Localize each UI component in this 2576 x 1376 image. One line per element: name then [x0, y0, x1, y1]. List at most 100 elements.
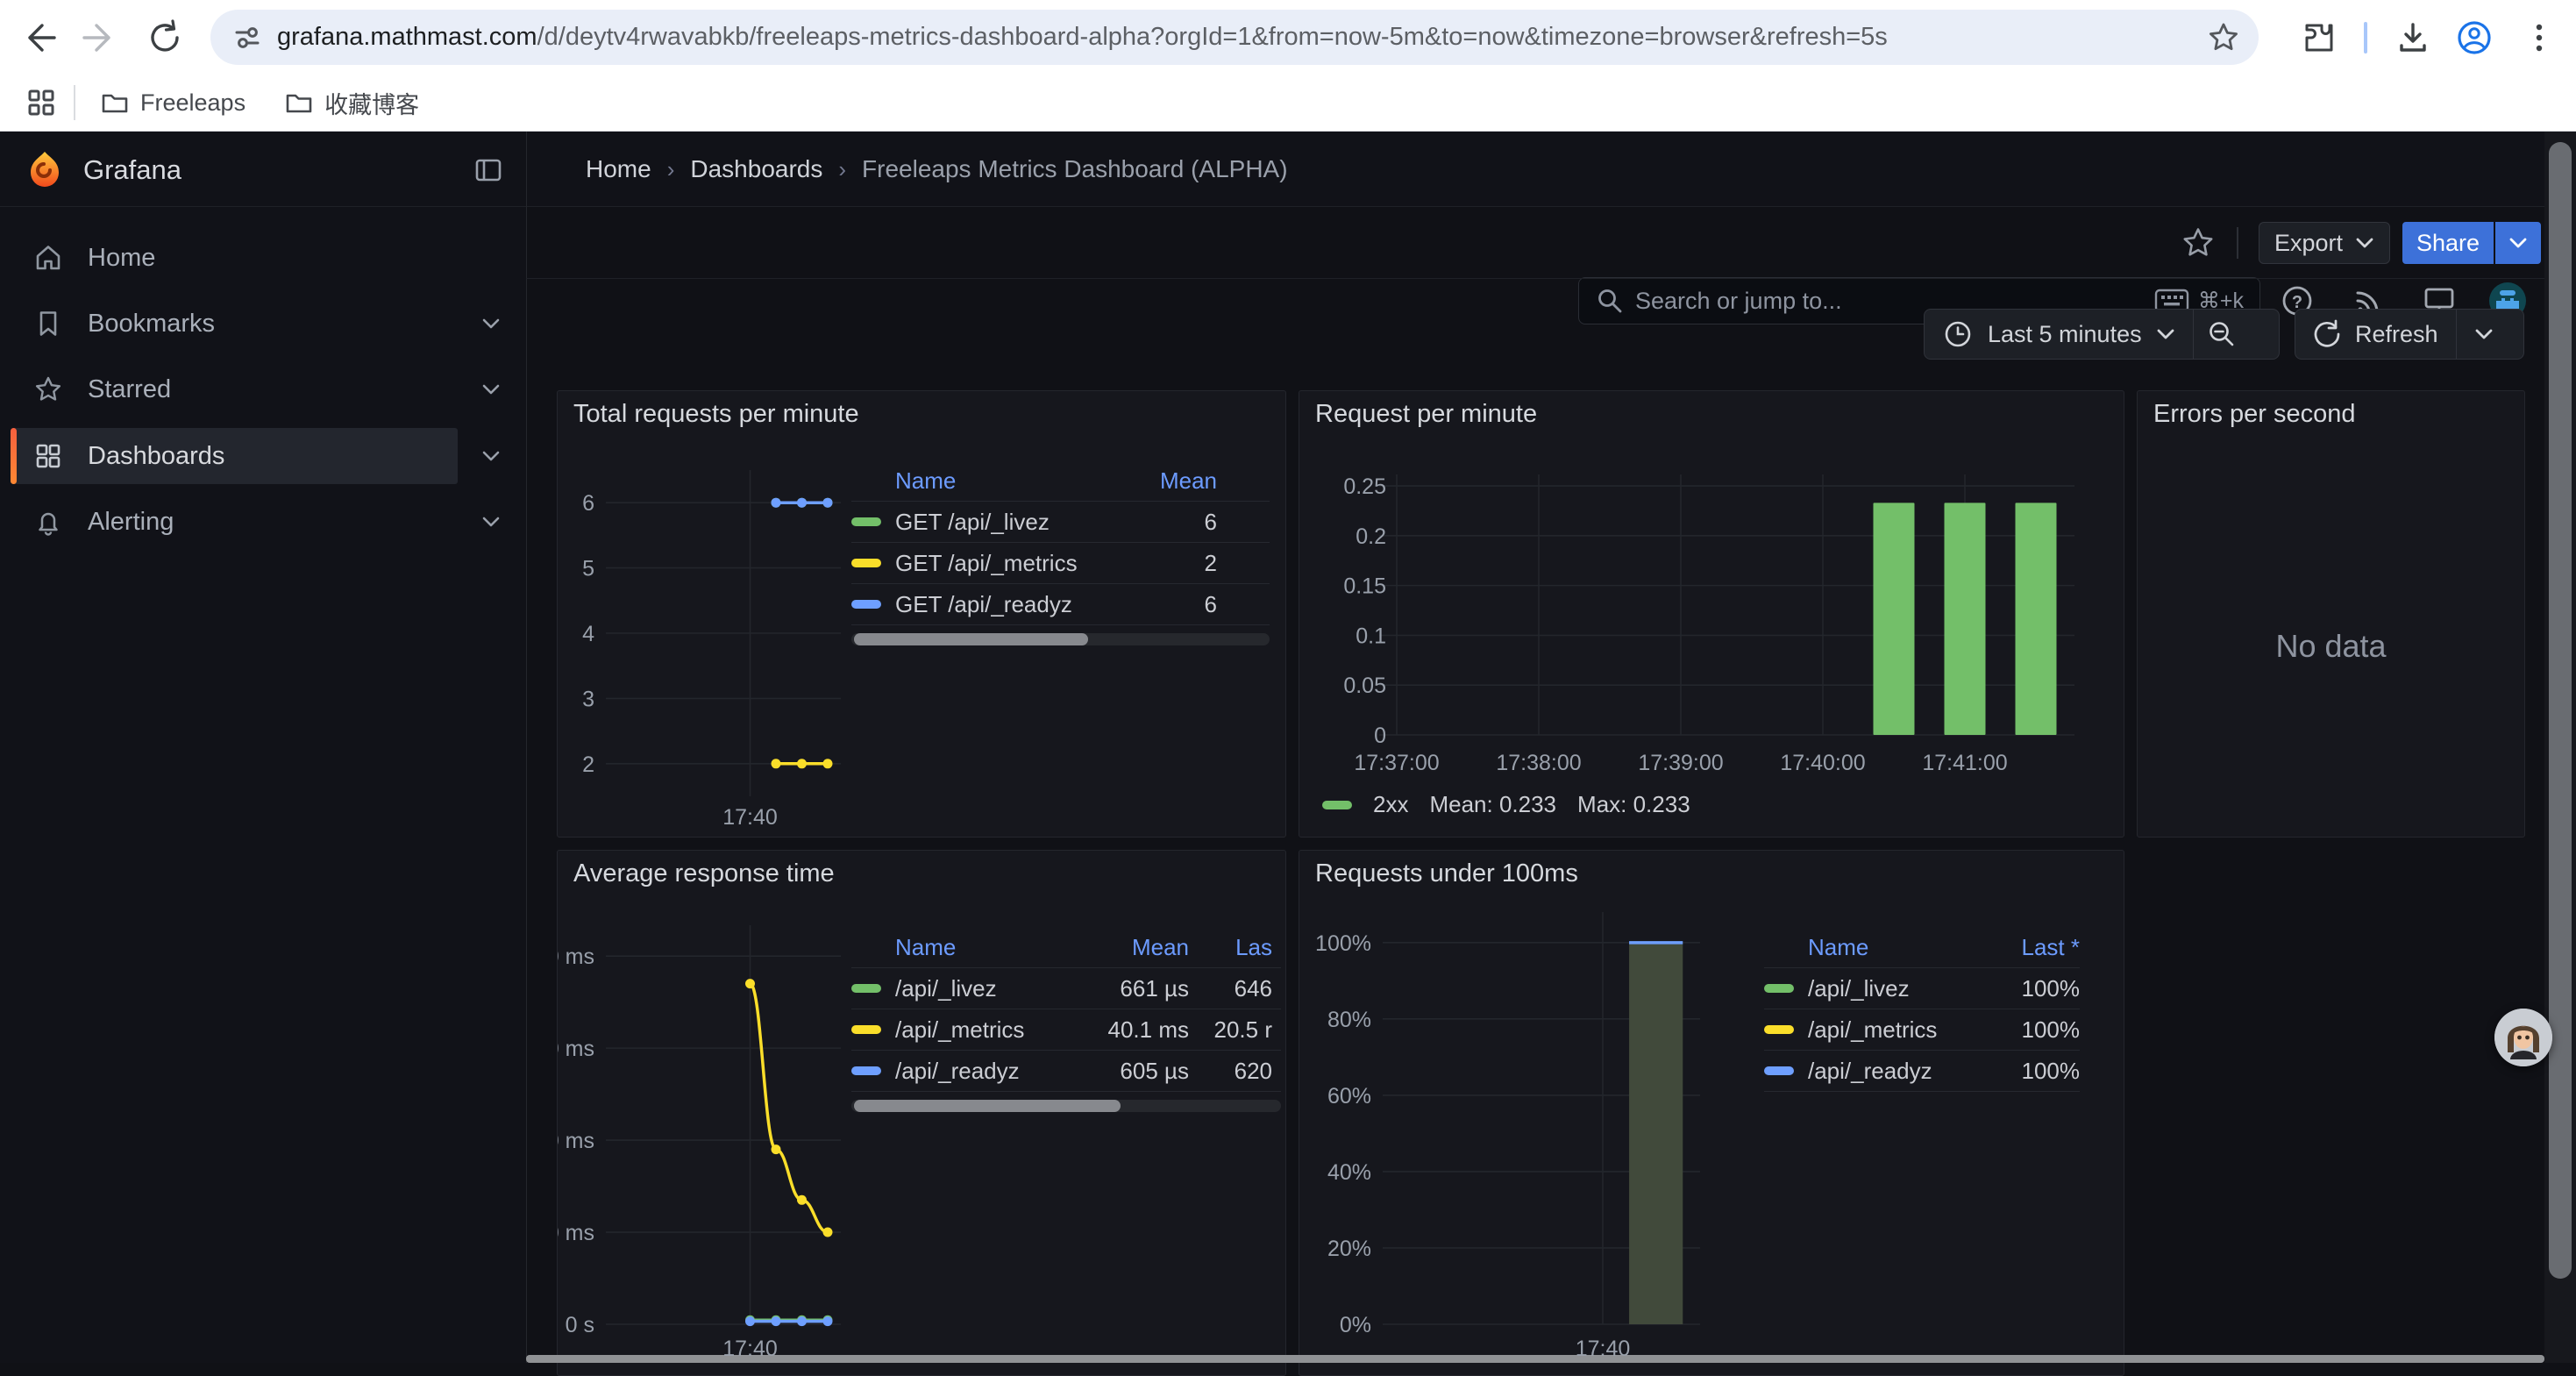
chevron-down-icon[interactable] — [473, 449, 509, 463]
site-settings-icon[interactable] — [231, 21, 265, 54]
svg-text:17:40:00: 17:40:00 — [1780, 751, 1865, 775]
panel-requests-under-100ms: Requests under 100ms NameLast */api/_liv… — [1299, 850, 2124, 1376]
sidebar-item-dashboards[interactable]: Dashboards — [11, 428, 458, 484]
series-mean: 661 µs — [1092, 975, 1189, 1002]
legend-row[interactable]: /api/_readyz605 µs620 — [851, 1051, 1281, 1092]
menu-kebab-icon[interactable] — [2513, 0, 2565, 75]
chevron-down-icon[interactable] — [473, 317, 509, 331]
series-mean: 605 µs — [1092, 1058, 1189, 1085]
request-per-minute-chart[interactable]: 0.250.20.150.10.05017:37:0017:38:0017:39… — [1299, 391, 2124, 838]
refresh-label[interactable]: Refresh — [2355, 321, 2438, 348]
panel-title[interactable]: Errors per second — [2153, 400, 2356, 429]
legend-header[interactable]: NameLast * — [1764, 928, 2080, 968]
svg-text:0%: 0% — [1340, 1313, 1371, 1337]
svg-text:2: 2 — [582, 752, 594, 777]
chevron-down-icon[interactable] — [473, 382, 509, 396]
legend-row[interactable]: GET /api/_livez6 — [851, 502, 1270, 543]
zoom-out-icon[interactable] — [2194, 318, 2250, 350]
series-mean: 2 — [1129, 550, 1217, 577]
chevron-down-icon — [481, 449, 501, 463]
series-name: 2xx — [1373, 791, 1408, 818]
url-bar[interactable]: grafana.mathmast.com/d/deytv4rwavabkb/fr… — [210, 10, 2259, 65]
svg-text:20%: 20% — [1327, 1237, 1371, 1261]
share-button[interactable]: Share — [2402, 222, 2494, 264]
refresh-interval-dropdown[interactable] — [2457, 327, 2511, 341]
legend-row[interactable]: /api/_readyz100% — [1764, 1051, 2080, 1092]
svg-text:0.1: 0.1 — [1356, 624, 1386, 648]
panel-title[interactable]: Requests under 100ms — [1315, 859, 1578, 888]
toolbar-divider-2 — [2237, 227, 2238, 259]
sidebar-item-label: Bookmarks — [88, 310, 458, 339]
series-name: /api/_metrics — [895, 1016, 1092, 1044]
series-name: GET /api/_livez — [895, 509, 1129, 536]
sidebar-item-alerting[interactable]: Alerting — [11, 494, 458, 550]
grafana-header: Grafana Home›Dashboards›Freeleaps Metric… — [0, 132, 2576, 207]
chevron-down-icon[interactable] — [473, 515, 509, 529]
panel-title[interactable]: Total requests per minute — [573, 400, 859, 429]
legend-row[interactable]: GET /api/_metrics2 — [851, 543, 1270, 584]
legend-table: NameLast */api/_livez100%/api/_metrics10… — [1764, 928, 2080, 1092]
series-last: 620 — [1189, 1058, 1272, 1085]
export-button[interactable]: Export — [2259, 222, 2390, 264]
favorite-star-icon[interactable] — [2172, 217, 2224, 269]
series-name: GET /api/_metrics — [895, 550, 1129, 577]
series-pill — [1322, 801, 1352, 809]
grafana-logo[interactable] — [25, 149, 65, 194]
reload-icon[interactable] — [139, 0, 191, 75]
forward-icon[interactable] — [74, 0, 126, 75]
svg-text:17:40: 17:40 — [722, 805, 778, 830]
series-pill — [1764, 1066, 1794, 1075]
legend-row[interactable]: /api/_metrics100% — [1764, 1009, 2080, 1051]
series-name: /api/_livez — [895, 975, 1092, 1002]
sidebar-toggle-icon[interactable] — [473, 155, 503, 189]
download-icon[interactable] — [2387, 0, 2439, 75]
page-scrollbar-thumb[interactable] — [2549, 142, 2572, 1279]
sidebar-item-home[interactable]: Home — [11, 230, 458, 286]
svg-text:0.25: 0.25 — [1343, 474, 1386, 499]
legend-row[interactable]: /api/_livez100% — [1764, 968, 2080, 1009]
assistant-avatar[interactable] — [2494, 1009, 2552, 1066]
back-icon[interactable] — [12, 0, 65, 75]
legend-scrollbar[interactable] — [851, 1100, 1281, 1112]
toolbar-divider — [2364, 22, 2367, 53]
bookmark-item[interactable]: 收藏博客 — [284, 86, 419, 120]
legend-header[interactable]: NameMeanLas — [851, 928, 1281, 968]
legend-row[interactable]: /api/_livez661 µs646 — [851, 968, 1281, 1009]
breadcrumb-separator: › — [667, 156, 675, 183]
apps-grid-icon[interactable] — [25, 86, 58, 119]
series-name: /api/_readyz — [895, 1058, 1092, 1085]
legend-row[interactable]: GET /api/_readyz6 — [851, 584, 1270, 625]
svg-text:60 ms: 60 ms — [558, 1037, 594, 1061]
panel-total-requests: Total requests per minute NameMeanGET /a… — [557, 390, 1286, 838]
legend-scrollbar[interactable] — [851, 633, 1270, 645]
legend-header[interactable]: NameMean — [851, 461, 1270, 502]
series-pill — [851, 1025, 881, 1034]
breadcrumb-item[interactable]: Home — [586, 155, 651, 183]
breadcrumb-item[interactable]: Dashboards — [690, 155, 822, 183]
grafana-sidebar: Home Bookmarks Starred Dashboards Alerting — [0, 207, 526, 1363]
extensions-icon[interactable] — [2293, 0, 2345, 75]
svg-text:0 s: 0 s — [566, 1313, 594, 1337]
chevron-down-icon — [2156, 327, 2175, 341]
series-pill — [851, 559, 881, 567]
time-range-label[interactable]: Last 5 minutes — [1988, 321, 2142, 348]
sidebar-item-bookmarks[interactable]: Bookmarks — [11, 296, 458, 352]
breadcrumb: Home›Dashboards›Freeleaps Metrics Dashbo… — [586, 132, 1288, 207]
url-text[interactable]: grafana.mathmast.com/d/deytv4rwavabkb/fr… — [277, 23, 2206, 52]
legend-row[interactable]: /api/_metrics40.1 ms20.5 r — [851, 1009, 1281, 1051]
bookmark-item[interactable]: Freeleaps — [100, 88, 246, 118]
sidebar-item-starred[interactable]: Starred — [11, 361, 458, 417]
svg-text:80%: 80% — [1327, 1008, 1371, 1032]
panel-request-per-minute: Request per minute 2xx Mean: 0.233 Max: … — [1299, 390, 2124, 838]
legend-row[interactable]: 2xx Mean: 0.233 Max: 0.233 — [1322, 791, 1690, 818]
panel-title[interactable]: Average response time — [573, 859, 835, 888]
bookmark-star-icon[interactable] — [2206, 20, 2241, 55]
panel-title[interactable]: Request per minute — [1315, 400, 1537, 429]
bookmark-label: 收藏博客 — [324, 86, 419, 120]
refresh-icon — [2311, 318, 2343, 350]
panel-average-response-time: Average response time NameMeanLas/api/_l… — [557, 850, 1286, 1376]
share-dropdown-button[interactable] — [2495, 222, 2541, 264]
svg-text:60%: 60% — [1327, 1084, 1371, 1109]
breadcrumb-item: Freeleaps Metrics Dashboard (ALPHA) — [862, 155, 1288, 183]
profile-icon[interactable] — [2448, 0, 2501, 75]
